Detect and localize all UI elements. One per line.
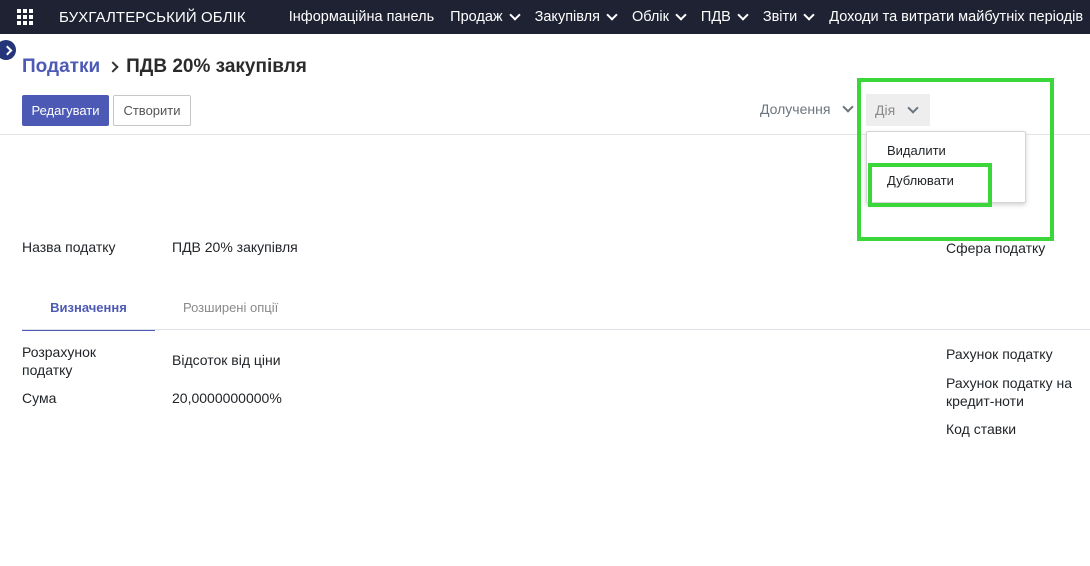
menu-item-label: Доходи та витрати майбутніх періодів [829, 9, 1084, 25]
amount-label: Сума [22, 390, 57, 406]
tabs-divider [22, 329, 1090, 330]
highlight-box-duplicate [868, 163, 992, 207]
menu-item-label: Звіти [762, 9, 798, 25]
menu-item-purchases[interactable]: Закупівля [534, 9, 618, 25]
tax-account-label: Рахунок податку [946, 346, 1053, 362]
menu-item-deferred[interactable]: Доходи та витрати майбутніх періодів [829, 9, 1083, 25]
tax-scope-label: Сфера податку [946, 240, 1046, 256]
tax-name-value: ПДВ 20% закупівля [172, 239, 298, 255]
tax-computation-label: Розрахунок податку [22, 344, 96, 378]
apps-grid-icon[interactable] [17, 9, 33, 25]
app-brand[interactable]: БУХГАЛТЕРСЬКИЙ ОБЛІК [59, 9, 246, 26]
sidebar-toggle-icon[interactable] [0, 40, 16, 60]
menu-item-accounting[interactable]: Облік [631, 9, 687, 25]
amount-value: 20,0000000000% [172, 390, 282, 406]
top-navbar: БУХГАЛТЕРСЬКИЙ ОБЛІК Інформаційна панель… [0, 0, 1090, 34]
menu-item-reports[interactable]: Звіти [762, 9, 815, 25]
menu-item-vat[interactable]: ПДВ [700, 9, 749, 25]
menu-item-label: Облік [631, 9, 669, 25]
main-menu: Інформаційна панель Продаж Закупівля Обл… [289, 9, 1090, 25]
menu-item-label: Закупівля [534, 9, 600, 25]
page-title: ПДВ 20% закупівля [126, 56, 307, 77]
chevron-down-icon [675, 9, 687, 21]
edit-button[interactable]: Редагувати [22, 95, 109, 126]
chevron-down-icon [737, 9, 749, 21]
tab-advanced-options[interactable]: Розширені опції [183, 300, 278, 315]
chevron-right-icon [107, 61, 119, 73]
menu-item-label: Інформаційна панель [288, 9, 435, 25]
menu-item-dashboard[interactable]: Інформаційна панель [289, 9, 434, 25]
credit-note-account-label: Рахунок податку на кредит-ноти [946, 375, 1072, 409]
menu-item-sales[interactable]: Продаж [450, 9, 521, 25]
menu-item-label: Продаж [450, 9, 503, 25]
tab-definition[interactable]: Визначення [22, 300, 155, 331]
highlight-box-action-menu [857, 78, 1054, 241]
attachment-dropdown[interactable]: Долучення [760, 101, 855, 117]
create-button[interactable]: Створити [113, 95, 191, 126]
chevron-down-icon [606, 9, 618, 21]
chevron-down-icon [508, 9, 521, 21]
tax-name-label: Назва податку [22, 239, 116, 255]
breadcrumb-parent-link[interactable]: Податки [22, 56, 100, 78]
tax-computation-value: Відсоток від ціни [172, 352, 281, 368]
breadcrumb: Податки ПДВ 20% закупівля [22, 56, 307, 78]
rate-code-label: Код ставки [946, 421, 1017, 437]
chevron-down-icon [842, 101, 855, 113]
chevron-down-icon [803, 9, 815, 21]
menu-item-label: ПДВ [700, 9, 731, 25]
attachment-dropdown-label: Долучення [760, 101, 831, 117]
